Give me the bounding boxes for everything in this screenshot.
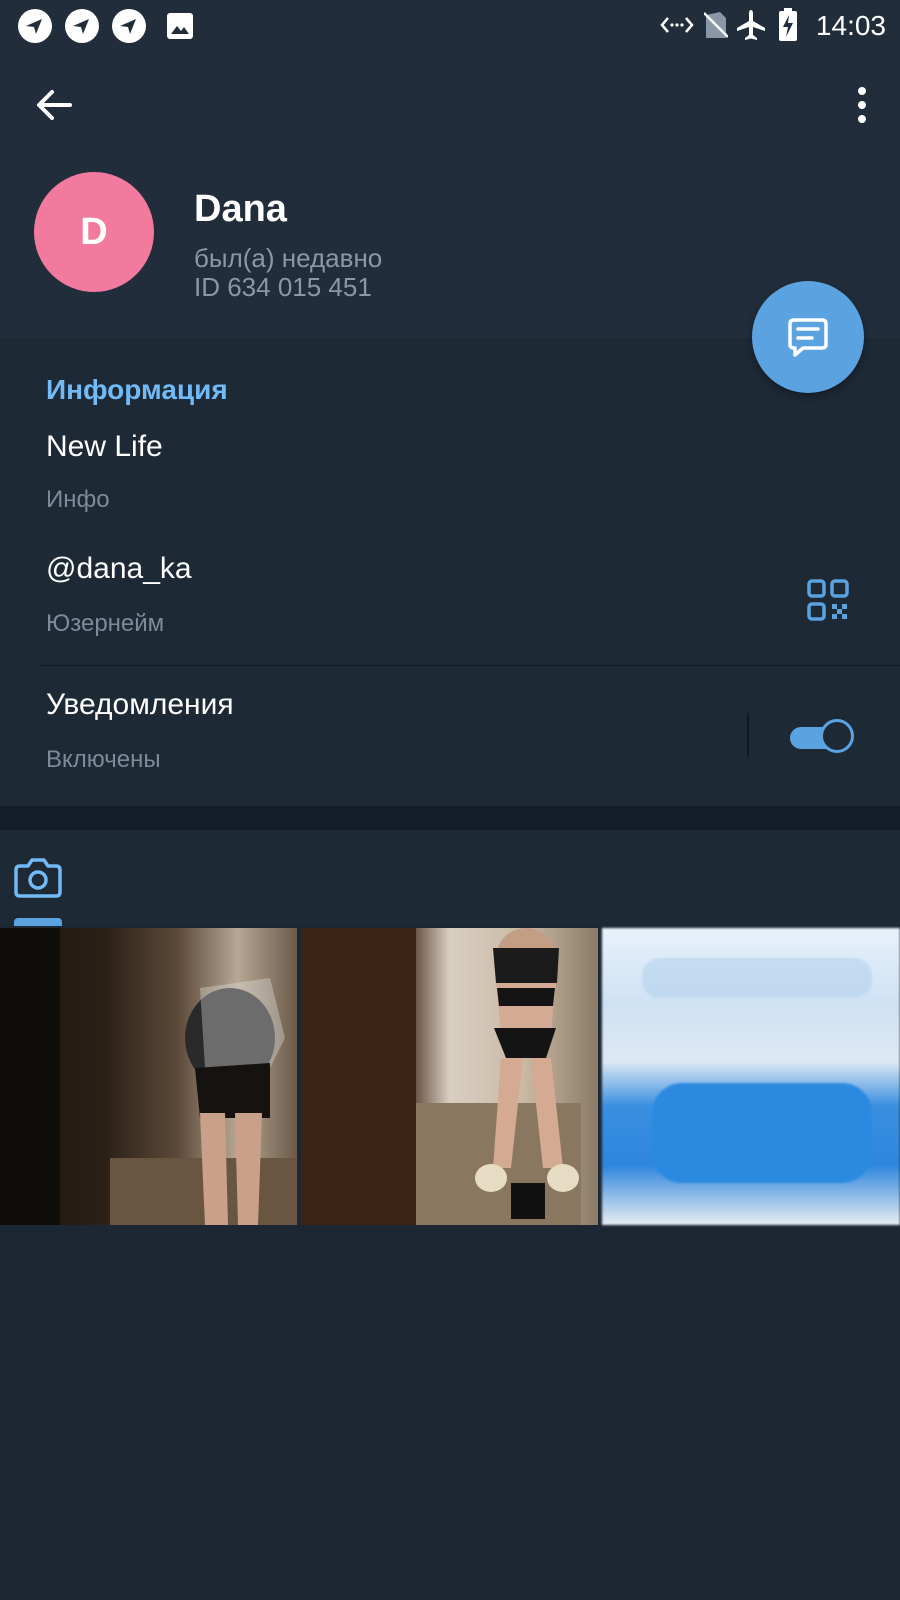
username-label: Юзернейм <box>46 610 165 637</box>
back-arrow-icon <box>37 90 72 120</box>
info-section: Информация New Life Инфо @dana_ka Юзерне… <box>0 338 900 806</box>
user-id: ID 634 015 451 <box>194 272 372 302</box>
media-tabs <box>0 830 900 926</box>
last-seen-status: был(а) недавно <box>194 243 383 273</box>
clock: 14:03 <box>815 10 886 41</box>
data-transfer-icon <box>660 17 694 33</box>
status-bar: 14:03 <box>0 0 900 50</box>
no-sim-icon <box>704 12 728 38</box>
qr-code-button[interactable] <box>806 578 850 622</box>
notifications-title: Уведомления <box>46 688 234 721</box>
tab-indicator <box>14 918 62 926</box>
app-notification-icon <box>18 9 52 43</box>
qr-code-icon <box>807 579 849 621</box>
photo-thumbnail[interactable] <box>602 928 900 1225</box>
bio-label: Инфо <box>46 486 110 513</box>
app-notification-icon <box>112 9 146 43</box>
username-value: @dana_ka <box>46 552 192 585</box>
notifications-status: Включены <box>46 746 161 773</box>
airplane-mode-icon <box>737 10 765 40</box>
image-icon <box>166 12 194 40</box>
photo-thumbnail[interactable] <box>301 928 598 1225</box>
profile-name: Dana <box>194 188 287 230</box>
tab-photos[interactable] <box>14 856 62 926</box>
photo-grid <box>0 928 900 1225</box>
vertical-divider <box>747 713 749 757</box>
photo-content <box>301 928 581 1225</box>
divider <box>40 665 900 666</box>
camera-icon <box>14 858 62 898</box>
section-title: Информация <box>46 374 228 405</box>
battery-charging-icon <box>779 8 797 41</box>
message-icon <box>788 318 828 357</box>
photo-content <box>0 928 297 1225</box>
more-options-button[interactable] <box>840 80 870 130</box>
back-button[interactable] <box>30 80 80 130</box>
toggle-thumb <box>820 719 854 753</box>
bio-value: New Life <box>46 430 163 463</box>
avatar[interactable]: D <box>34 172 154 292</box>
photo-thumbnail[interactable] <box>0 928 297 1225</box>
photo-content <box>642 958 872 1183</box>
notifications-toggle[interactable] <box>790 719 858 755</box>
more-vertical-icon <box>858 87 866 123</box>
profile-header: D Dana был(а) недавно ID 634 015 451 <box>0 50 900 338</box>
app-notification-icon <box>65 9 99 43</box>
send-message-button[interactable] <box>752 281 864 393</box>
section-gap <box>0 806 900 830</box>
